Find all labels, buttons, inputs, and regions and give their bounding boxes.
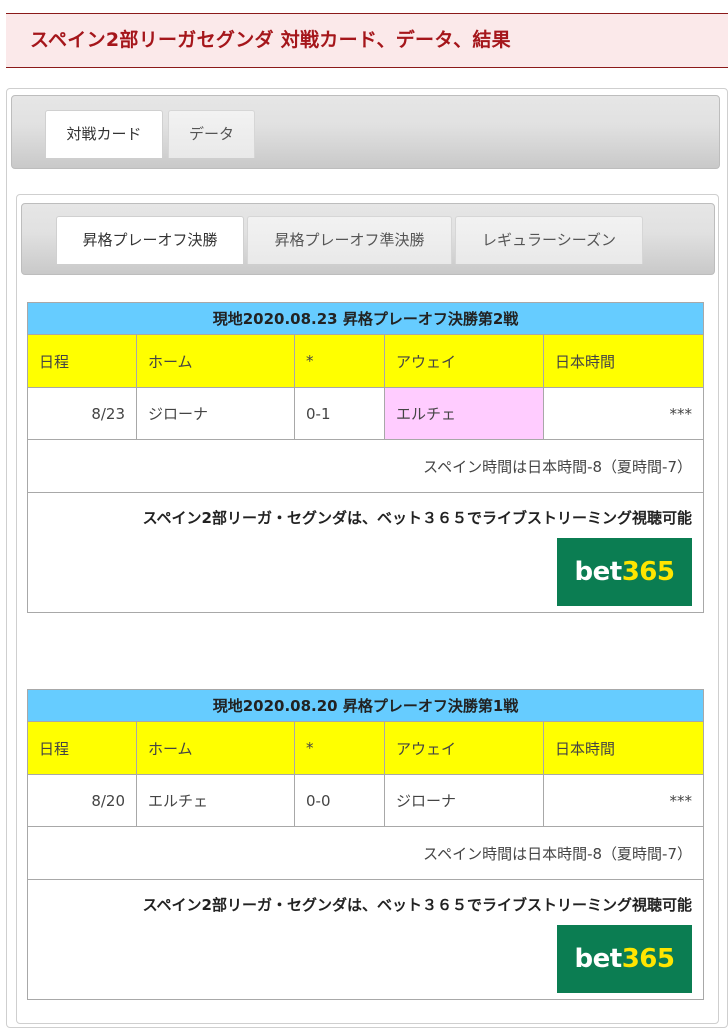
match-table: 現地2020.08.20 昇格プレーオフ決勝第1戦 日程 ホーム * アウェイ … [27, 689, 704, 1000]
match-table: 現地2020.08.23 昇格プレーオフ決勝第2戦 日程 ホーム * アウェイ … [27, 302, 704, 613]
away-team-winner: エルチェ [384, 387, 544, 440]
streaming-promo: スペイン2部リーガ・セグンダは、ベット３６５でライブストリーミング視聴可能 be… [27, 879, 704, 1000]
match-caption: 現地2020.08.23 昇格プレーオフ決勝第2戦 [27, 302, 704, 335]
table-row: 8/20 エルチェ 0-0 ジローナ *** [27, 774, 704, 827]
logo-number: 365 [621, 557, 675, 587]
col-jp-time: 日本時間 [543, 721, 704, 775]
main-tab-bar: 対戦カード データ [11, 95, 720, 169]
col-jp-time: 日本時間 [543, 334, 704, 388]
col-home: ホーム [136, 334, 295, 388]
match-score: 0-0 [294, 774, 385, 827]
bet365-logo[interactable]: bet365 [557, 925, 692, 993]
logo-word: bet [574, 557, 623, 587]
home-team: ジローナ [136, 387, 295, 440]
jp-time: *** [543, 387, 704, 440]
logo-number: 365 [621, 944, 675, 974]
promo-text: スペイン2部リーガ・セグンダは、ベット３６５でライブストリーミング視聴可能 [142, 509, 692, 527]
tab-matchups[interactable]: 対戦カード [45, 110, 163, 158]
col-date: 日程 [27, 721, 137, 775]
match-score: 0-1 [294, 387, 385, 440]
timezone-note: スペイン時間は日本時間-8（夏時間-7） [27, 439, 704, 493]
table-header-row: 日程 ホーム * アウェイ 日本時間 [27, 721, 704, 775]
col-date: 日程 [27, 334, 137, 388]
col-away: アウェイ [384, 334, 544, 388]
timezone-note: スペイン時間は日本時間-8（夏時間-7） [27, 826, 704, 880]
match-caption: 現地2020.08.20 昇格プレーオフ決勝第1戦 [27, 689, 704, 722]
round-tab-bar: 昇格プレーオフ決勝 昇格プレーオフ準決勝 レギュラーシーズン [21, 203, 715, 275]
match-date: 8/20 [27, 774, 137, 827]
match-date: 8/23 [27, 387, 137, 440]
home-team: エルチェ [136, 774, 295, 827]
tab-playoff-final[interactable]: 昇格プレーオフ決勝 [56, 216, 244, 264]
away-team: ジローナ [384, 774, 544, 827]
tab-playoff-semifinal[interactable]: 昇格プレーオフ準決勝 [247, 216, 452, 264]
table-row: 8/23 ジローナ 0-1 エルチェ *** [27, 387, 704, 440]
bet365-logo[interactable]: bet365 [557, 538, 692, 606]
col-away: アウェイ [384, 721, 544, 775]
jp-time: *** [543, 774, 704, 827]
tab-data[interactable]: データ [168, 110, 255, 158]
matchups-panel: 昇格プレーオフ決勝 昇格プレーオフ準決勝 レギュラーシーズン 現地2020.08… [16, 194, 719, 1024]
promo-text: スペイン2部リーガ・セグンダは、ベット３６５でライブストリーミング視聴可能 [142, 896, 692, 914]
table-header-row: 日程 ホーム * アウェイ 日本時間 [27, 334, 704, 388]
page-title: スペイン2部リーガセグンダ 対戦カード、データ、結果 [6, 13, 728, 68]
logo-word: bet [574, 944, 623, 974]
content-panel: 対戦カード データ 昇格プレーオフ決勝 昇格プレーオフ準決勝 レギュラーシーズン… [6, 88, 728, 1028]
col-score: * [294, 721, 385, 775]
col-home: ホーム [136, 721, 295, 775]
col-score: * [294, 334, 385, 388]
tab-regular-season[interactable]: レギュラーシーズン [455, 216, 643, 264]
streaming-promo: スペイン2部リーガ・セグンダは、ベット３６５でライブストリーミング視聴可能 be… [27, 492, 704, 613]
